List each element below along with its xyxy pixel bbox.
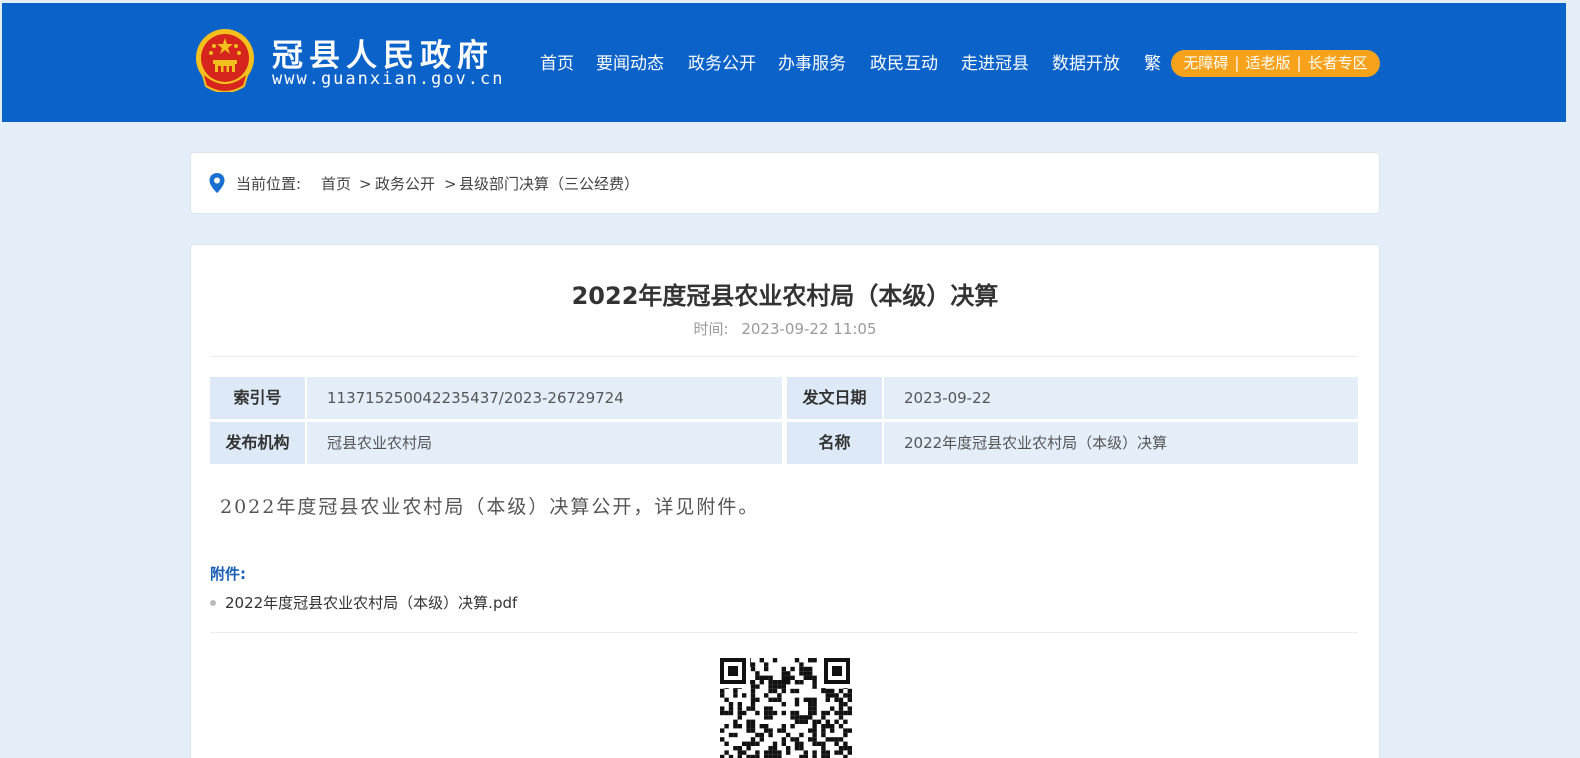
senior-zone-link[interactable]: 长者专区 [1308,50,1368,77]
attachment-filename[interactable]: 2022年度冠县农业农村局（本级）决算.pdf [225,592,517,613]
breadcrumb-current[interactable]: 县级部门决算（三公经费） [459,174,639,194]
meta-name-value: 2022年度冠县农业农村局（本级）决算 [884,422,1358,464]
attachment-link[interactable]: 2022年度冠县农业农村局（本级）决算.pdf [210,592,517,613]
meta-index-value: 113715250042235437/2023-26729724 [307,377,782,419]
breadcrumb-prefix: 当前位置: [236,175,302,193]
nav-traditional-chinese[interactable]: 繁 [1144,50,1161,78]
qr-code-icon [718,656,852,758]
location-pin-icon [209,173,225,193]
nav-interaction[interactable]: 政民互动 [870,50,938,78]
barrier-free-link[interactable]: 无障碍 [1183,50,1228,77]
article-time: 时间: 2023-09-22 11:05 [190,318,1380,339]
meta-date-label: 发文日期 [787,377,882,419]
accessibility-bar: 无障碍 | 适老版 | 长者专区 [1171,50,1380,77]
divider [210,356,1358,357]
separator: | [1296,54,1302,72]
nav-gov-affairs[interactable]: 政务公开 [688,50,756,78]
meta-org-label: 发布机构 [210,422,305,464]
breadcrumb-separator: > [359,175,372,193]
nav-about[interactable]: 走进冠县 [961,50,1029,78]
breadcrumb-gov-affairs[interactable]: 政务公开 [375,174,435,194]
time-value: 2023-09-22 11:05 [741,320,877,338]
breadcrumb-home[interactable]: 首页 [321,174,351,194]
elderly-mode-link[interactable]: 适老版 [1245,50,1290,77]
article-title: 2022年度冠县农业农村局（本级）决算 [571,282,999,310]
bullet-icon [210,599,216,606]
meta-name-label: 名称 [787,422,882,464]
divider [210,632,1358,633]
national-emblem-icon[interactable] [194,28,256,92]
nav-home[interactable]: 首页 [540,50,574,78]
time-label: 时间: [693,320,729,338]
site-url[interactable]: www.guanxian.gov.cn [272,69,504,89]
meta-date-value: 2023-09-22 [884,377,1358,419]
attachment-label: 附件: [210,565,246,583]
nav-services[interactable]: 办事服务 [778,50,846,78]
breadcrumb-separator: > [444,175,457,193]
nav-news[interactable]: 要闻动态 [596,50,664,78]
meta-org-value: 冠县农业农村局 [307,422,782,464]
nav-open-data[interactable]: 数据开放 [1052,50,1120,78]
separator: | [1234,54,1240,72]
meta-index-label: 索引号 [210,377,305,419]
article-body: 2022年度冠县农业农村局（本级）决算公开，详见附件。 [220,496,760,518]
